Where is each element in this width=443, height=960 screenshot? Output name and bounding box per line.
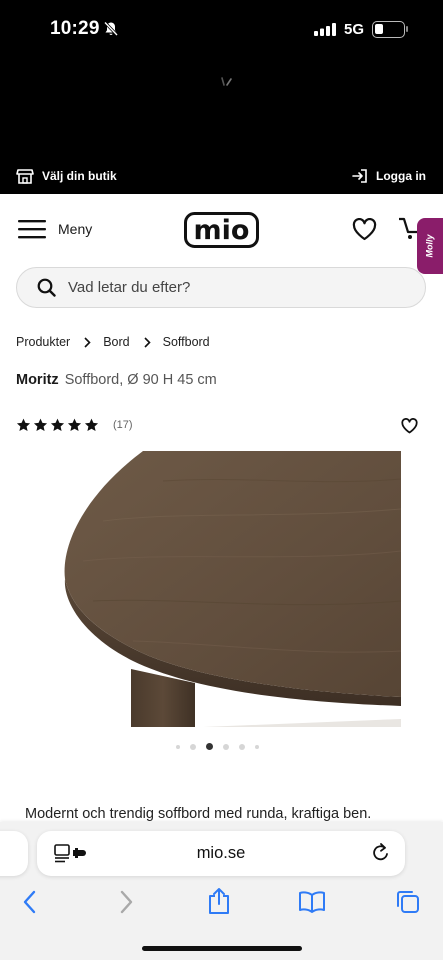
choose-store-label: Välj din butik — [42, 169, 117, 183]
tabs-icon[interactable] — [395, 889, 420, 914]
carousel-dot[interactable] — [176, 744, 180, 749]
url-text: mio.se — [196, 844, 246, 862]
loading-indicator-icon — [221, 77, 232, 86]
carousel-dot[interactable] — [223, 743, 229, 750]
image-carousel-indicator — [176, 743, 259, 750]
product-description: Modernt och trendig soffbord med runda, … — [25, 806, 372, 822]
mio-logo[interactable]: mio — [184, 212, 259, 248]
login-icon — [352, 169, 367, 183]
breadcrumb: Produkter Bord Soffbord — [16, 335, 210, 349]
battery-icon — [372, 21, 405, 38]
carousel-dot-active[interactable] — [206, 743, 213, 750]
breadcrumb-item-products[interactable]: Produkter — [16, 335, 70, 349]
chat-assistant-label: Molly — [424, 234, 435, 258]
star-icon — [16, 418, 31, 432]
star-icon — [84, 418, 99, 432]
cell-signal-icon — [314, 23, 336, 36]
logo-text: mio — [194, 215, 250, 246]
product-name: Moritz — [16, 372, 59, 388]
star-icon — [33, 418, 48, 432]
store-icon — [16, 169, 34, 184]
add-to-wishlist-heart-icon[interactable] — [401, 418, 418, 434]
carousel-dot[interactable] — [239, 743, 245, 750]
chevron-right-icon — [144, 336, 151, 348]
address-bar[interactable]: mio.se — [37, 831, 405, 876]
carousel-dot[interactable] — [190, 743, 196, 750]
chat-assistant-badge[interactable]: Molly — [417, 218, 443, 274]
network-type: 5G — [344, 21, 365, 38]
bookmarks-icon[interactable] — [298, 891, 326, 913]
product-title: Moritz Soffbord, Ø 90 H 45 cm — [16, 372, 217, 388]
review-count: (17) — [113, 419, 133, 431]
forward-icon[interactable] — [118, 890, 134, 914]
product-rating[interactable]: (17) — [16, 418, 133, 432]
hamburger-icon — [18, 220, 46, 239]
silent-bell-icon — [103, 21, 119, 37]
choose-store-link[interactable]: Välj din butik — [16, 168, 117, 184]
chevron-right-icon — [84, 336, 91, 348]
menu-button[interactable]: Meny — [18, 218, 92, 240]
breadcrumb-item-tables[interactable]: Bord — [103, 335, 129, 349]
star-icon — [50, 418, 65, 432]
back-icon[interactable] — [22, 890, 38, 914]
login-label: Logga in — [376, 169, 426, 183]
carousel-dot[interactable] — [255, 744, 259, 749]
menu-label: Meny — [58, 221, 93, 237]
product-subtitle: Soffbord, Ø 90 H 45 cm — [64, 372, 217, 388]
search-field[interactable]: Vad letar du efter? — [16, 267, 426, 308]
battery-tip — [406, 26, 408, 32]
search-placeholder: Vad letar du efter? — [68, 279, 191, 296]
store-bar: Välj din butik Logga in — [0, 162, 443, 194]
status-bar: 10:29 5G — [0, 0, 443, 62]
share-icon[interactable] — [207, 887, 231, 915]
search-icon — [37, 278, 56, 297]
login-link[interactable]: Logga in — [352, 168, 426, 184]
breadcrumb-item-coffee-tables[interactable]: Soffbord — [163, 335, 210, 349]
status-time: 10:29 — [50, 18, 100, 39]
favorites-heart-icon[interactable] — [352, 218, 377, 241]
previous-tab-preview[interactable] — [0, 831, 28, 876]
product-image[interactable] — [43, 451, 401, 727]
home-indicator[interactable] — [142, 946, 302, 951]
reload-icon[interactable] — [371, 842, 391, 864]
star-icon — [67, 418, 82, 432]
